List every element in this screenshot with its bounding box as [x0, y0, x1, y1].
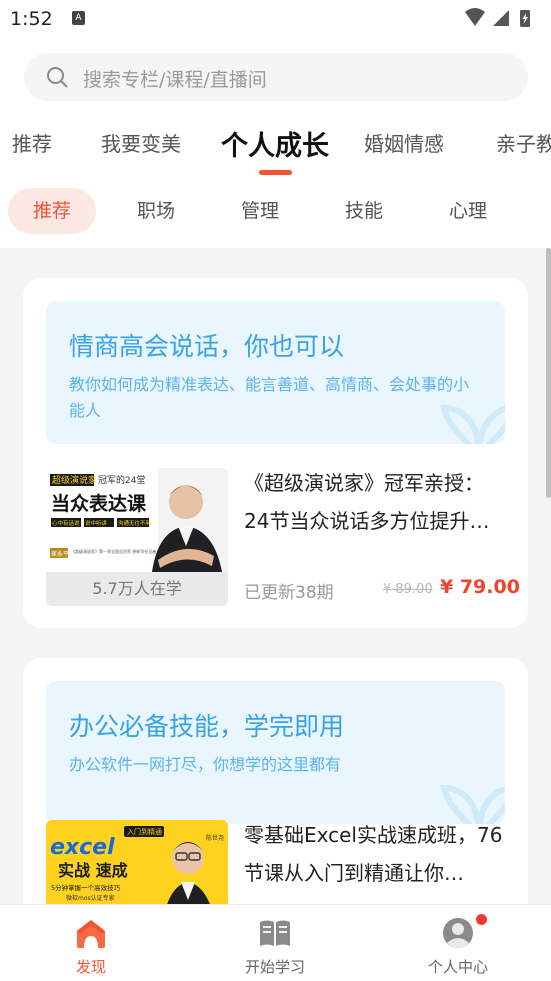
- thumb-tag-3: 沟通无往不利: [118, 519, 151, 527]
- thumb-sub: 5分钟掌握一个高效技巧: [51, 883, 121, 892]
- thumb-tag: 冠军的24堂: [98, 474, 145, 486]
- topic-banner[interactable]: 办公必备技能，学完即用 办公软件一网打尽，你想学的这里都有: [46, 681, 505, 824]
- scrollbar[interactable]: [546, 248, 551, 498]
- nav-label: 发现: [75, 958, 106, 976]
- thumb-tag-2: 说中听讲: [85, 519, 108, 527]
- search-placeholder: 搜索专栏/课程/直播间: [83, 69, 267, 91]
- person-icon: [443, 918, 473, 948]
- course-thumbnail[interactable]: 入门到精通 excel 实战 速成 5分钟掌握一个高效技巧 微软mos认证专家 …: [46, 820, 228, 904]
- thumb-brand: 超级演说家: [52, 474, 97, 486]
- banner-subtitle: 教你如何成为精准表达、能言善道、高情商、会处事的小能人: [69, 375, 470, 420]
- sale-price: ¥ 79.00: [440, 576, 520, 598]
- topic-card[interactable]: 情商高会说话，你也可以 教你如何成为精准表达、能言善道、高情商、会处事的小能人 …: [23, 278, 528, 628]
- tab-parenting[interactable]: 亲子教: [496, 128, 551, 157]
- banner-subtitle: 办公软件一网打尽，你想学的这里都有: [69, 755, 342, 774]
- notification-badge: [476, 914, 487, 925]
- active-tab-indicator: [259, 170, 292, 175]
- tab-recommend[interactable]: 推荐: [12, 128, 52, 157]
- topic-card[interactable]: 办公必备技能，学完即用 办公软件一网打尽，你想学的这里都有 入门到精通 exce…: [23, 658, 528, 904]
- subtab-management[interactable]: 管理: [232, 188, 288, 234]
- topic-banner[interactable]: 情商高会说话，你也可以 教你如何成为精准表达、能言善道、高情商、会处事的小能人: [46, 301, 505, 444]
- wifi-icon: [465, 8, 485, 26]
- learner-count: 5.7万人在学: [46, 572, 228, 606]
- category-tabs: 推荐 我要变美 个人成长 婚姻情感 亲子教: [0, 118, 551, 178]
- course-cover-image: 入门到精通 excel 实战 速成 5分钟掌握一个高效技巧 微软mos认证专家 …: [46, 820, 228, 904]
- nav-personal-center[interactable]: 个人中心: [398, 905, 518, 981]
- thumb-tag: 入门到精通: [127, 827, 162, 836]
- nav-start-learning[interactable]: 开始学习: [215, 905, 335, 981]
- course-cover-image: 超级演说家 冠军的24堂 当众表达课 心中有话说 说中听讲 沟通无往不利 崔永平…: [46, 468, 228, 572]
- course-thumbnail[interactable]: 超级演说家 冠军的24堂 当众表达课 心中有话说 说中听讲 沟通无往不利 崔永平…: [46, 468, 228, 606]
- content-feed[interactable]: 情商高会说话，你也可以 教你如何成为精准表达、能言善道、高情商、会处事的小能人 …: [0, 248, 551, 904]
- nav-label: 个人中心: [427, 958, 488, 976]
- banner-title: 情商高会说话，你也可以: [69, 332, 345, 361]
- leaf-icon: [440, 784, 505, 824]
- subtab-recommend[interactable]: 推荐: [8, 188, 96, 234]
- tab-personal-growth[interactable]: 个人成长: [221, 124, 329, 163]
- course-title[interactable]: 零基础Excel实战速成班，76节课从入门到精通让你…: [244, 816, 509, 892]
- thumb-brand: excel: [50, 835, 115, 860]
- status-time: 1:52: [10, 8, 53, 30]
- house-icon: [77, 920, 105, 948]
- course-title[interactable]: 《超级演说家》冠军亲授：24节当众说话多方位提升…: [244, 464, 509, 540]
- nav-discover[interactable]: 发现: [31, 905, 151, 981]
- book-icon: [260, 920, 290, 946]
- update-count: 已更新38期: [244, 583, 334, 603]
- tab-beauty[interactable]: 我要变美: [101, 128, 181, 157]
- bottom-nav: 发现 开始学习 个人中心: [0, 904, 551, 981]
- subtab-skills[interactable]: 技能: [336, 188, 392, 234]
- thumb-name: 陈世尧: [206, 834, 224, 842]
- search-icon: [47, 67, 68, 88]
- thumb-headline: 实战 速成: [58, 861, 128, 880]
- subtab-psychology[interactable]: 心理: [440, 188, 496, 234]
- subtab-workplace[interactable]: 职场: [128, 188, 184, 234]
- signal-icon: [493, 10, 509, 26]
- notification-icon: A: [72, 11, 85, 25]
- thumb-name: 崔永平: [51, 550, 69, 558]
- thumb-note: 微软mos认证专家: [66, 894, 115, 902]
- search-input[interactable]: 搜索专栏/课程/直播间: [24, 53, 528, 101]
- status-bar: 1:52 A: [0, 0, 551, 38]
- leaf-icon: [440, 404, 505, 444]
- status-icons: [465, 8, 530, 27]
- tab-marriage[interactable]: 婚姻情感: [364, 128, 444, 157]
- banner-title: 办公必备技能，学完即用: [69, 712, 345, 741]
- thumb-headline: 当众表达课: [51, 492, 147, 515]
- thumb-tag-1: 心中有话说: [52, 519, 80, 527]
- nav-label: 开始学习: [244, 958, 305, 976]
- original-price: ¥ 89.00: [383, 582, 433, 597]
- sub-tabs: 推荐 职场 管理 技能 心理: [0, 188, 551, 244]
